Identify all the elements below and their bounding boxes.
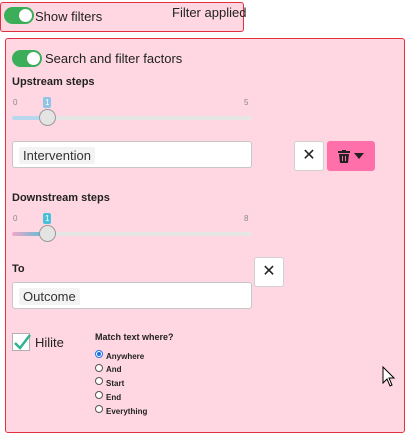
mouse-cursor-icon <box>382 366 396 387</box>
to-factor-input[interactable]: Outcome <box>12 282 252 309</box>
close-icon: ✕ <box>262 263 276 280</box>
radio-everything[interactable] <box>95 405 103 413</box>
downstream-max-tick: 8 <box>244 214 249 223</box>
radio-end-label: End <box>106 393 122 402</box>
to-label: To <box>12 263 25 275</box>
clear-from-button[interactable]: ✕ <box>294 141 324 171</box>
toggle-knob <box>19 9 32 22</box>
to-factor-chip[interactable]: Outcome <box>19 288 80 305</box>
caret-down-icon <box>354 153 364 159</box>
downstream-min-tick: 0 <box>13 214 18 223</box>
radio-and[interactable] <box>95 364 103 372</box>
checkmark-icon <box>14 334 31 350</box>
radio-everything-label: Everything <box>106 407 148 416</box>
hilite-checkbox[interactable] <box>12 333 31 351</box>
upstream-value-badge: 1 <box>43 97 52 108</box>
clear-to-button[interactable]: ✕ <box>254 257 284 287</box>
downstream-slider-handle[interactable] <box>39 225 56 242</box>
radio-start-label: Start <box>106 379 125 388</box>
radio-start[interactable] <box>95 377 103 385</box>
radio-end[interactable] <box>95 391 103 399</box>
radio-and-label: And <box>106 365 122 374</box>
from-factor-input[interactable]: Intervention <box>12 141 252 168</box>
show-filters-toggle[interactable] <box>4 7 34 24</box>
toggle-knob <box>27 52 40 65</box>
show-filters-label: Show filters <box>35 9 103 24</box>
delete-dropdown-button[interactable] <box>327 141 375 171</box>
from-factor-chip[interactable]: Intervention <box>19 147 95 164</box>
upstream-steps-label: Upstream steps <box>12 76 95 88</box>
radio-anywhere[interactable] <box>95 350 103 358</box>
upstream-min-tick: 0 <box>13 98 18 107</box>
downstream-value-badge: 1 <box>43 213 52 224</box>
upstream-slider-handle[interactable] <box>39 109 56 126</box>
match-text-label: Match text where? <box>95 332 174 342</box>
hilite-label: Hilite <box>35 335 64 350</box>
filter-applied-status: Filter applied <box>172 5 247 20</box>
downstream-steps-label: Downstream steps <box>12 192 110 204</box>
search-filter-label: Search and filter factors <box>45 51 183 66</box>
upstream-max-tick: 5 <box>244 98 249 107</box>
trash-icon <box>338 149 350 163</box>
radio-anywhere-label: Anywhere <box>106 352 145 361</box>
search-filter-toggle[interactable] <box>12 50 42 67</box>
close-icon: ✕ <box>302 147 316 164</box>
